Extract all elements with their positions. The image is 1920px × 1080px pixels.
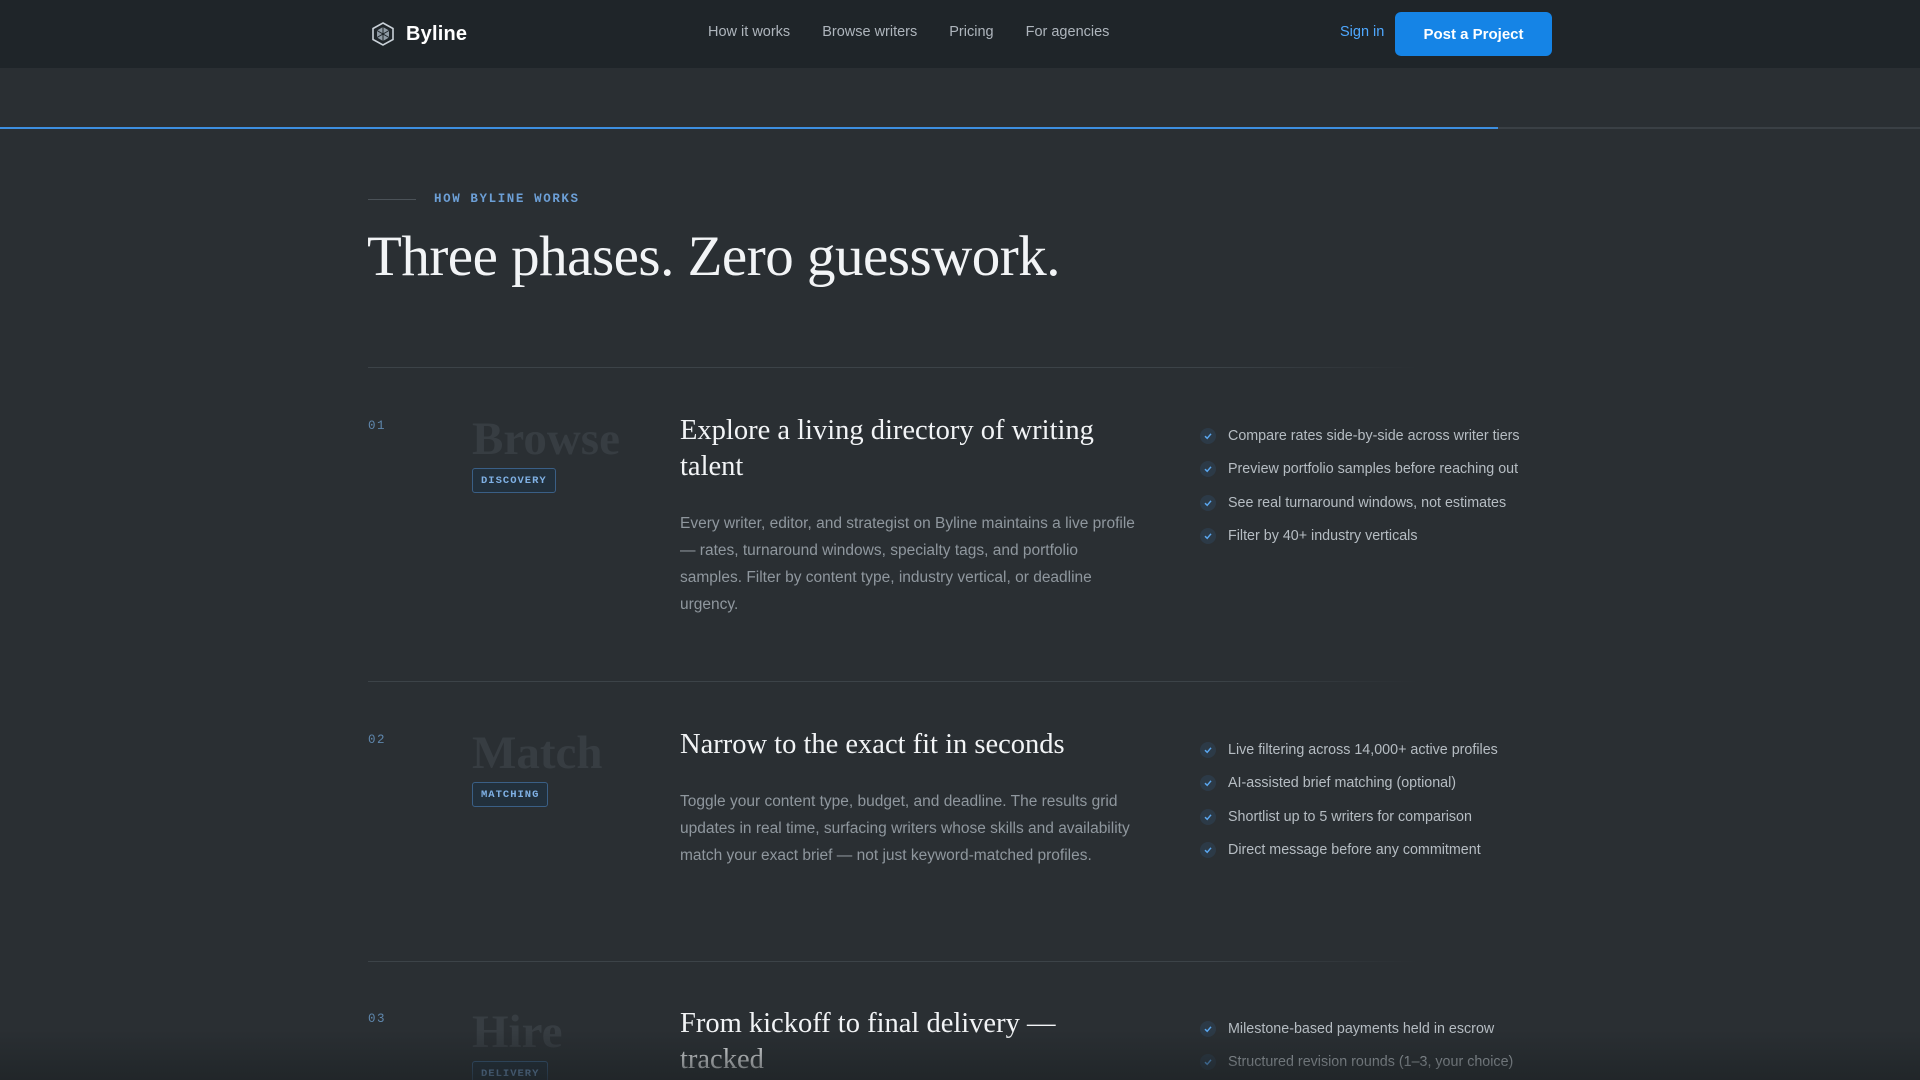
phase-divider (368, 961, 1418, 962)
phase-number: 02 (368, 733, 387, 747)
list-item: Direct message before any commitment (1200, 834, 1498, 868)
post-project-button[interactable]: Post a Project (1395, 12, 1552, 56)
check-circle-icon (1200, 461, 1216, 478)
list-item: Preview portfolio samples before reachin… (1200, 453, 1520, 487)
check-circle-icon (1200, 494, 1216, 511)
check-item-label: Compare rates side-by-side across writer… (1228, 427, 1520, 444)
eyebrow-rule (368, 198, 416, 200)
check-circle-icon (1200, 741, 1216, 758)
list-item: Structured revision rounds (1–3, your ch… (1200, 1046, 1513, 1080)
section-title: Three phases. Zero guesswork. (367, 225, 1061, 288)
phase-tag: DISCOVERY (472, 468, 556, 493)
list-item: Shortlist up to 5 writers for comparison (1200, 800, 1498, 834)
phase-checklist: Milestone-based payments held in escrow … (1200, 1012, 1513, 1079)
check-circle-icon (1200, 775, 1216, 792)
nav-link-for-agencies[interactable]: For agencies (1026, 24, 1110, 40)
list-item: Live filtering across 14,000+ active pro… (1200, 733, 1498, 767)
nav-link-browse-writers[interactable]: Browse writers (822, 24, 917, 40)
scroll-progress-track (0, 127, 1920, 129)
check-circle-icon (1200, 842, 1216, 859)
brand-name: Byline (406, 22, 468, 45)
sign-in-link[interactable]: Sign in (1340, 24, 1384, 40)
scroll-progress-fill (0, 127, 1498, 129)
phase-word: Hire (472, 1006, 563, 1058)
list-item: See real turnaround windows, not estimat… (1200, 486, 1520, 520)
check-circle-icon (1200, 1020, 1216, 1037)
phase-word: Browse (472, 413, 620, 465)
phase-number: 01 (368, 419, 387, 433)
list-item: AI-assisted brief matching (optional) (1200, 767, 1498, 801)
check-item-label: Filter by 40+ industry verticals (1228, 528, 1418, 545)
phase-divider (368, 367, 1418, 368)
check-item-label: Live filtering across 14,000+ active pro… (1228, 741, 1498, 758)
check-item-label: Structured revision rounds (1–3, your ch… (1228, 1054, 1514, 1071)
check-item-label: Preview portfolio samples before reachin… (1228, 461, 1519, 478)
list-item: Filter by 40+ industry verticals (1200, 520, 1520, 554)
phase-heading: Narrow to the exact fit in seconds (680, 729, 1065, 760)
phase-word: Match (472, 727, 603, 779)
phase-number: 03 (368, 1012, 387, 1026)
check-circle-icon (1200, 1054, 1216, 1071)
eyebrow-text: HOW BYLINE WORKS (434, 192, 580, 206)
phase-checklist: Live filtering across 14,000+ active pro… (1200, 733, 1498, 867)
check-circle-icon (1200, 808, 1216, 825)
phase-heading: From kickoff to final delivery — tracked (680, 1008, 1056, 1075)
check-item-label: Milestone-based payments held in escrow (1228, 1020, 1495, 1037)
phase-tag: MATCHING (472, 782, 549, 807)
list-item: Milestone-based payments held in escrow (1200, 1012, 1513, 1046)
phase-checklist: Compare rates side-by-side across writer… (1200, 419, 1520, 553)
phase-heading: Explore a living directory of writing ta… (680, 415, 1094, 482)
nav-links: How it works Browse writers Pricing For … (708, 24, 1109, 40)
phase-description: Every writer, editor, and strategist on … (680, 515, 1135, 613)
phase-divider (368, 681, 1418, 682)
nav-link-pricing[interactable]: Pricing (949, 24, 993, 40)
check-item-label: Direct message before any commitment (1228, 842, 1481, 859)
brand-logo[interactable]: Byline (372, 20, 467, 48)
check-item-label: AI-assisted brief matching (optional) (1228, 775, 1457, 792)
section-eyebrow: HOW BYLINE WORKS (368, 192, 580, 206)
phase-tag: DELIVERY (472, 1061, 549, 1080)
check-circle-icon (1200, 427, 1216, 444)
top-nav: Byline How it works Browse writers Prici… (0, 0, 1920, 68)
phase-description: Toggle your content type, budget, and de… (680, 793, 1130, 864)
nav-link-how-it-works[interactable]: How it works (708, 24, 790, 40)
check-item-label: Shortlist up to 5 writers for comparison (1228, 808, 1472, 825)
hexagon-logo-icon (372, 22, 394, 46)
check-item-label: See real turnaround windows, not estimat… (1228, 494, 1507, 511)
list-item: Compare rates side-by-side across writer… (1200, 419, 1520, 453)
check-circle-icon (1200, 528, 1216, 545)
